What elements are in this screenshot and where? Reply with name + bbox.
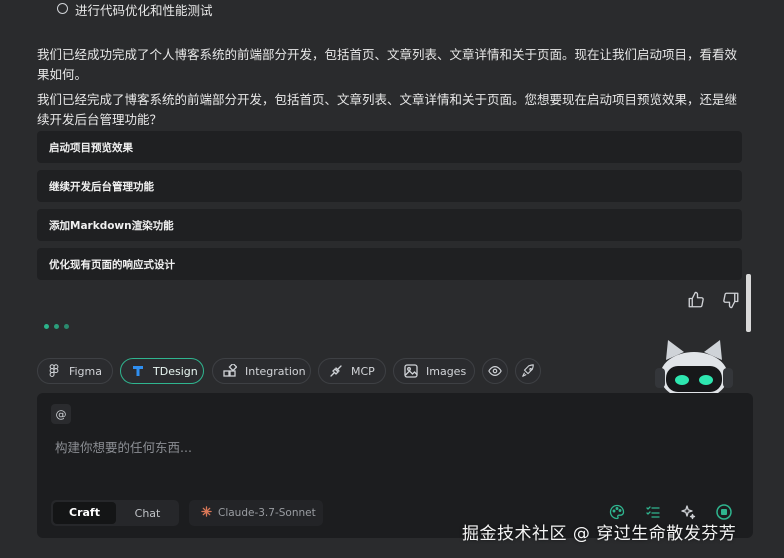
assistant-message-2: 我们已经完成了博客系统的前端部分开发，包括首页、文章列表、文章详情和关于页面。您…	[37, 92, 738, 127]
figma-chip[interactable]: Figma	[37, 358, 113, 384]
thumbs-down-icon[interactable]	[722, 291, 740, 309]
chat-input-panel: @ 构建你想要的任何东西... Craft Chat Claude-3.7-So…	[37, 393, 753, 538]
palette-icon[interactable]	[609, 504, 625, 520]
scrollbar-thumb[interactable]	[746, 274, 751, 332]
image-icon	[404, 364, 418, 378]
tdesign-chip[interactable]: TDesign	[120, 358, 204, 384]
mcp-icon	[329, 364, 343, 378]
assistant-message-1: 我们已经成功完成了个人博客系统的前端部分开发，包括首页、文章列表、文章详情和关于…	[37, 47, 738, 82]
mention-symbol: @	[55, 407, 67, 421]
craft-mode-button[interactable]: Craft	[53, 502, 116, 524]
tdesign-icon	[131, 364, 145, 378]
mention-button[interactable]: @	[51, 404, 71, 424]
figma-icon	[48, 364, 61, 378]
option-label: 添加Markdown渲染功能	[49, 219, 174, 232]
claude-logo-icon	[201, 506, 212, 520]
deploy-button[interactable]	[515, 358, 541, 384]
option-label: 优化现有页面的响应式设计	[49, 258, 175, 271]
sparkle-icon[interactable]	[680, 504, 696, 520]
model-label: Claude-3.7-Sonnet	[218, 507, 316, 519]
prompt-input[interactable]: 构建你想要的任何东西...	[55, 437, 192, 456]
chip-label: Images	[426, 364, 467, 378]
chat-mode-button[interactable]: Chat	[116, 507, 179, 520]
mcp-chip[interactable]: MCP	[318, 358, 386, 384]
option-label: 启动项目预览效果	[49, 141, 133, 154]
thumbs-up-icon[interactable]	[687, 291, 705, 309]
chip-label: Integration	[245, 364, 306, 378]
model-selector[interactable]: Claude-3.7-Sonnet	[189, 500, 323, 526]
option-start-preview[interactable]: 启动项目预览效果	[37, 131, 742, 163]
chip-label: Figma	[68, 364, 102, 378]
rocket-icon	[521, 364, 535, 378]
robot-mascot-icon	[652, 338, 742, 400]
option-admin-dev[interactable]: 继续开发后台管理功能	[37, 170, 742, 202]
chip-label: TDesign	[153, 364, 198, 378]
preview-button[interactable]	[482, 358, 508, 384]
eye-icon	[488, 364, 502, 378]
option-responsive[interactable]: 优化现有页面的响应式设计	[37, 248, 742, 280]
images-chip[interactable]: Images	[393, 358, 475, 384]
integration-chip[interactable]: Integration	[212, 358, 311, 384]
todo-checkbox[interactable]	[57, 3, 68, 14]
mode-toggle: Craft Chat	[51, 500, 179, 526]
todo-label: 进行代码优化和性能测试	[75, 3, 213, 18]
stop-icon[interactable]	[716, 504, 732, 520]
option-markdown[interactable]: 添加Markdown渲染功能	[37, 209, 742, 241]
watermark: 掘金技术社区 @ 穿过生命散发芬芳	[462, 524, 737, 544]
option-label: 继续开发后台管理功能	[49, 180, 154, 193]
loading-dots-icon	[44, 324, 69, 329]
task-list-icon[interactable]	[645, 504, 661, 520]
chip-label: MCP	[351, 364, 375, 378]
integration-icon	[223, 364, 237, 378]
